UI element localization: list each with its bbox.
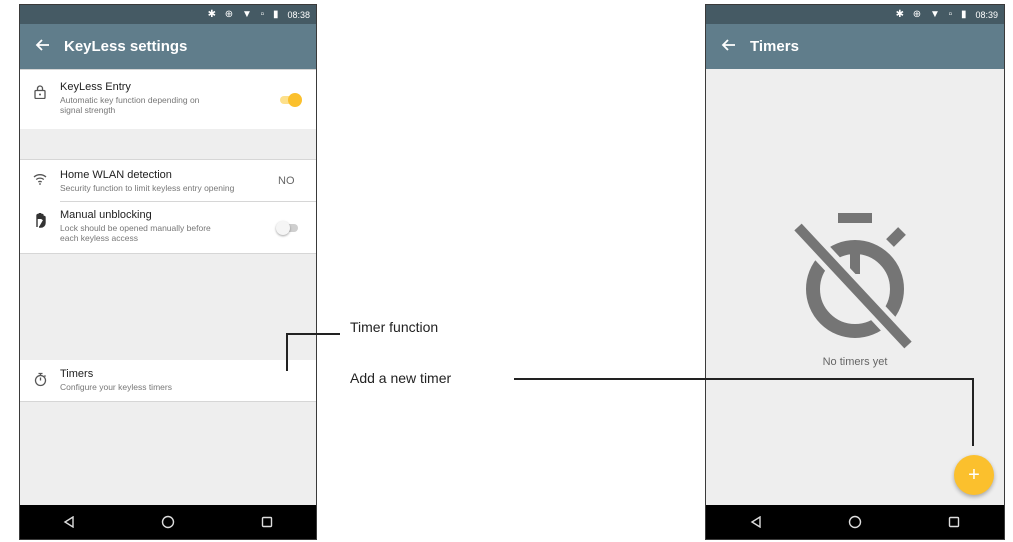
- timer-off-icon: [790, 209, 920, 354]
- back-arrow-icon[interactable]: [20, 36, 64, 57]
- home-nav-icon[interactable]: [148, 505, 188, 539]
- security-card: Home WLAN detection Security function to…: [20, 159, 316, 254]
- keyless-entry-card: KeyLess Entry Automatic key function dep…: [20, 69, 316, 129]
- navigation-bar: [706, 505, 1004, 539]
- navigation-bar: [20, 505, 316, 539]
- divider: [60, 201, 316, 202]
- back-arrow-icon[interactable]: [706, 36, 750, 57]
- setting-keyless-entry[interactable]: KeyLess Entry Automatic key function dep…: [20, 81, 316, 115]
- setting-title: Home WLAN detection: [60, 169, 172, 181]
- page-title: KeyLess settings: [64, 38, 188, 55]
- keyless-entry-toggle[interactable]: [278, 93, 302, 107]
- recents-nav-icon[interactable]: [247, 505, 287, 539]
- setting-timers[interactable]: Timers Configure your keyless timers: [20, 368, 316, 392]
- setting-manual-unblocking[interactable]: Manual unblocking Lock should be opened …: [20, 209, 316, 243]
- page-title: Timers: [750, 38, 799, 55]
- status-icons: ✱ ⊕ ▼ ▫ ▮: [207, 9, 282, 20]
- status-bar: ✱ ⊕ ▼ ▫ ▮ 08:39: [706, 5, 1004, 24]
- divider: [20, 253, 316, 254]
- manual-unblocking-toggle[interactable]: [276, 221, 300, 235]
- right-phone-screen: ✱ ⊕ ▼ ▫ ▮ 08:39 Timers No timers yet +: [705, 4, 1005, 540]
- hand-icon: [20, 209, 60, 228]
- setting-subtitle: Security function to limit keyless entry…: [60, 183, 235, 193]
- home-wlan-value: NO: [278, 175, 295, 187]
- empty-state-text: No timers yet: [822, 356, 888, 368]
- app-bar: KeyLess settings: [20, 24, 316, 69]
- home-nav-icon[interactable]: [835, 505, 875, 539]
- lock-icon: [20, 81, 60, 99]
- status-time: 08:39: [975, 9, 998, 20]
- timer-callout-line-vertical: [286, 333, 288, 371]
- setting-title: Timers: [60, 368, 94, 380]
- divider: [20, 401, 316, 402]
- status-time: 08:38: [287, 9, 310, 20]
- stopwatch-icon: [20, 368, 60, 387]
- settings-content: KeyLess Entry Automatic key function dep…: [20, 69, 316, 505]
- setting-subtitle: Configure your keyless timers: [60, 382, 172, 392]
- status-bar: ✱ ⊕ ▼ ▫ ▮ 08:38: [20, 5, 316, 24]
- left-phone-screen: ✱ ⊕ ▼ ▫ ▮ 08:38 KeyLess settings KeyLess…: [19, 4, 317, 540]
- plus-icon: +: [968, 463, 980, 486]
- back-nav-icon[interactable]: [49, 505, 89, 539]
- divider: [20, 69, 316, 70]
- timers-card: Timers Configure your keyless timers: [20, 360, 316, 402]
- back-nav-icon[interactable]: [736, 505, 776, 539]
- recents-nav-icon[interactable]: [934, 505, 974, 539]
- add-timer-label: Add a new timer: [350, 370, 452, 386]
- timers-content: No timers yet +: [706, 69, 1004, 505]
- divider: [20, 159, 316, 160]
- add-timer-button[interactable]: +: [954, 455, 994, 495]
- setting-home-wlan[interactable]: Home WLAN detection Security function to…: [20, 169, 316, 193]
- wifi-icon: [20, 169, 60, 185]
- app-bar: Timers: [706, 24, 1004, 69]
- setting-title: Manual unblocking: [60, 209, 152, 221]
- setting-title: KeyLess Entry: [60, 81, 131, 93]
- timer-function-label: Timer function: [350, 319, 439, 335]
- add-callout-line-vertical: [972, 378, 974, 446]
- add-callout-line-horizontal: [514, 378, 974, 380]
- status-icons: ✱ ⊕ ▼ ▫ ▮: [895, 9, 970, 20]
- timer-callout-line-horizontal: [286, 333, 340, 335]
